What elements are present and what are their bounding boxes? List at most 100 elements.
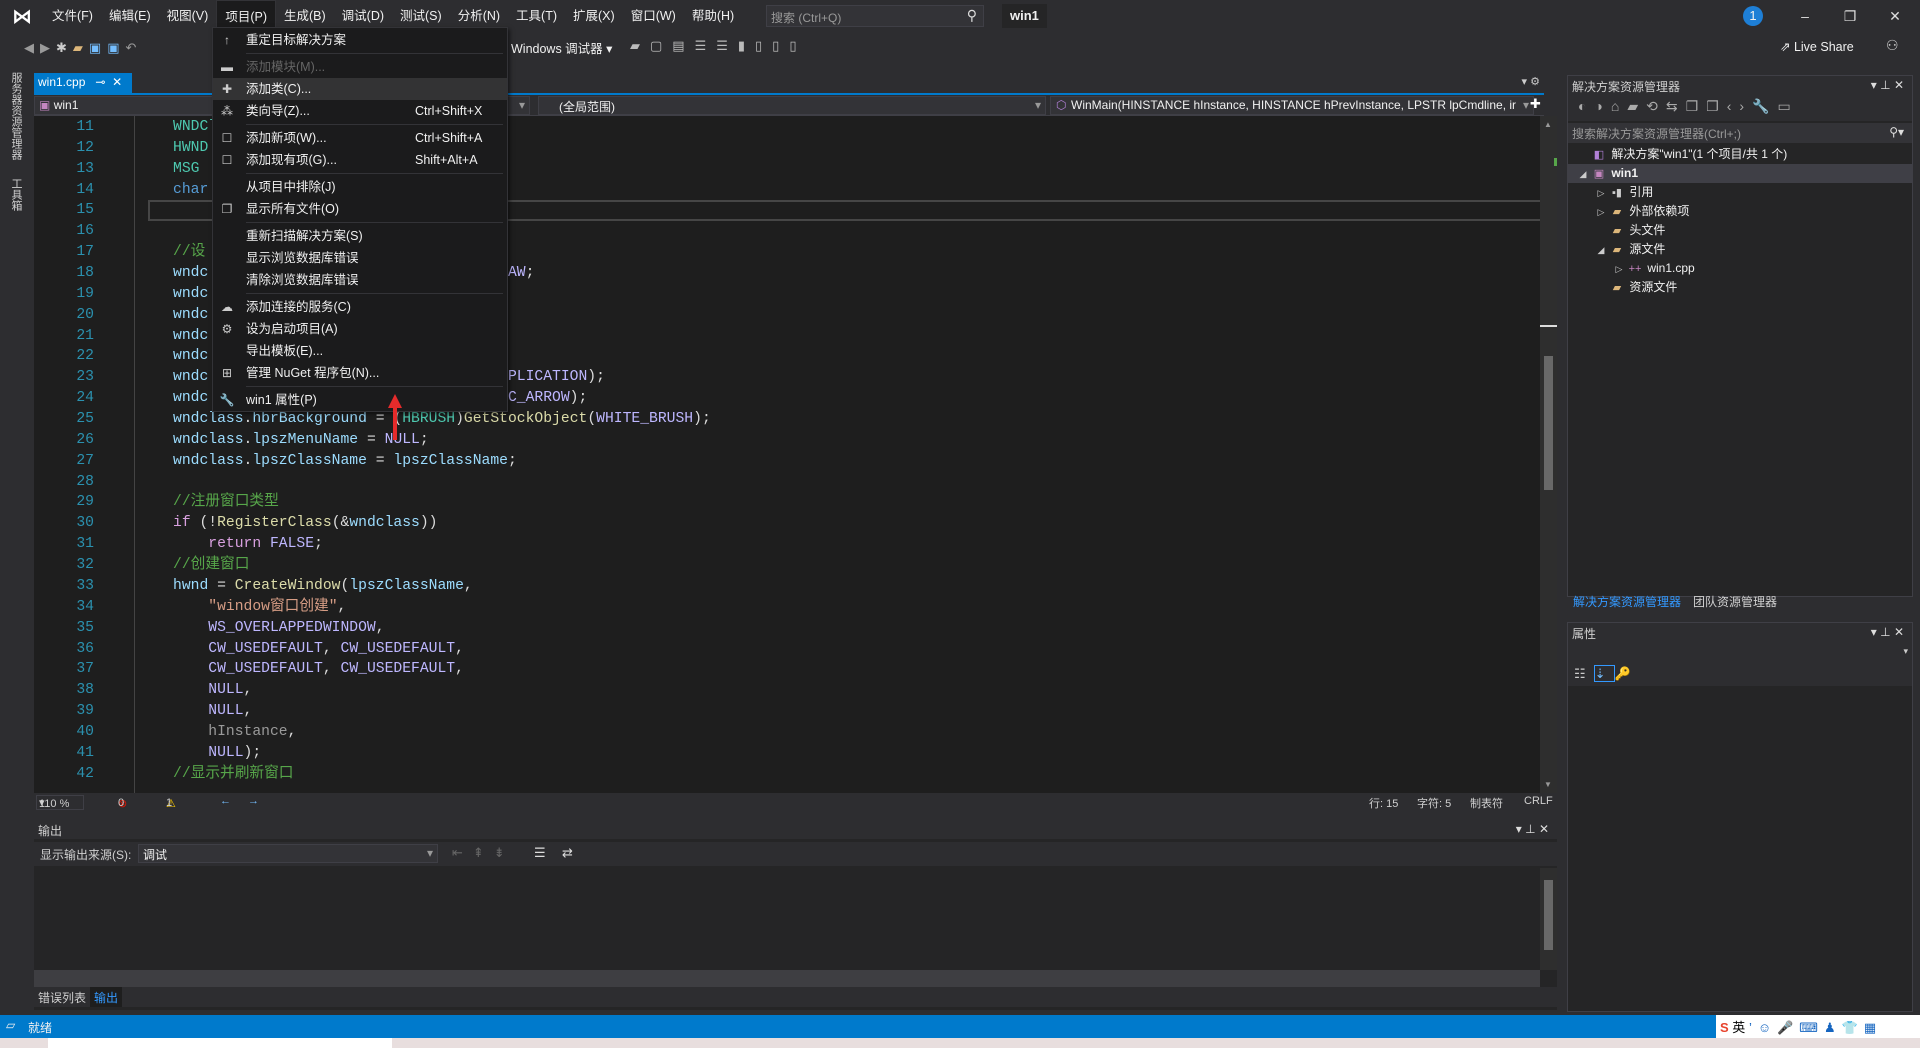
- debugger-dropdown[interactable]: Windows 调试器 ▾: [511, 38, 612, 57]
- menu-10[interactable]: 窗口(W): [623, 0, 684, 32]
- server-explorer-tab[interactable]: 服务器资源管理器: [8, 72, 24, 160]
- tabs-indicator[interactable]: 制表符: [1470, 795, 1503, 811]
- eol-indicator[interactable]: CRLF: [1524, 795, 1553, 807]
- menu-0[interactable]: 文件(F): [44, 0, 101, 32]
- previous-issue-icon[interactable]: ←: [220, 795, 231, 807]
- next-issue-icon[interactable]: →: [248, 795, 259, 807]
- debug-toolbar-icons[interactable]: ▰▢▤☰☰▮▯▯▯: [630, 38, 807, 54]
- menu-item[interactable]: 导出模板(E)...: [213, 340, 507, 362]
- menu-2[interactable]: 视图(V): [159, 0, 217, 32]
- menu-item[interactable]: ❐ 显示所有文件(O): [213, 198, 507, 220]
- menu-item-label: 添加现有项(G)...: [246, 153, 337, 167]
- back-icon[interactable]: ◀: [24, 40, 34, 56]
- minimize-button[interactable]: –: [1785, 4, 1825, 28]
- menu-item[interactable]: 从项目中排除(J): [213, 176, 507, 198]
- output-toolbar-icons[interactable]: ⇤⇞⇟: [452, 845, 515, 861]
- tab-options-icon[interactable]: ▾ ⚙: [1522, 75, 1540, 88]
- tab-win1-cpp[interactable]: win1.cpp ⊸ ✕: [34, 73, 132, 93]
- scope-dropdown[interactable]: (全局范围) ▾: [538, 96, 1046, 115]
- word-wrap-icon[interactable]: ⇄: [562, 845, 573, 861]
- expand-toggle-icon[interactable]: ▷: [1594, 184, 1608, 203]
- split-icon[interactable]: ✚: [1530, 96, 1544, 112]
- close-window-button[interactable]: ✕: [1875, 4, 1915, 28]
- menu-item[interactable]: 显示浏览数据库错误: [213, 247, 507, 269]
- menu-item[interactable]: ⚙ 设为启动项目(A): [213, 318, 507, 340]
- close-tab-icon[interactable]: ✕: [112, 75, 122, 89]
- menu-item[interactable]: ☐ 添加新项(W)... Ctrl+Shift+A: [213, 127, 507, 149]
- tree-item[interactable]: ▰ 资源文件: [1568, 278, 1912, 297]
- open-icon[interactable]: ▰: [73, 40, 83, 56]
- save-icon[interactable]: ▣: [89, 40, 101, 56]
- forward-icon[interactable]: ▶: [40, 40, 50, 56]
- menu-item[interactable]: ↑ 重定目标解决方案: [213, 29, 507, 51]
- restore-button[interactable]: ❐: [1830, 4, 1870, 28]
- menu-item[interactable]: ☁ 添加连接的服务(C): [213, 296, 507, 318]
- tree-item[interactable]: ◧ 解决方案"win1"(1 个项目/共 1 个): [1568, 145, 1912, 164]
- expand-toggle-icon[interactable]: ▷: [1594, 203, 1608, 222]
- object-dropdown[interactable]: ▾: [1568, 642, 1912, 664]
- output-source-dropdown[interactable]: 调试 ▾: [138, 844, 438, 863]
- tree-item-label: 引用: [1629, 185, 1654, 199]
- expand-toggle-icon[interactable]: ▷: [1612, 260, 1626, 279]
- feedback-icon[interactable]: ⚇: [1886, 37, 1899, 54]
- tree-item[interactable]: ▷ ++ win1.cpp: [1568, 259, 1912, 278]
- expand-toggle-icon[interactable]: ◢: [1576, 165, 1590, 184]
- tree-item[interactable]: ▷ ▪▮ 引用: [1568, 183, 1912, 202]
- toolbox-tab[interactable]: 工具箱: [8, 178, 24, 211]
- panel-controls-icon[interactable]: ▾ ⊥ ✕: [1516, 822, 1549, 836]
- pin-icon[interactable]: ⊸: [95, 75, 105, 89]
- solution-search-input[interactable]: 搜索解决方案资源管理器(Ctrl+;) ⚲▾: [1568, 123, 1912, 143]
- menu-1[interactable]: 编辑(E): [101, 0, 159, 32]
- sogou-logo-icon: S: [1720, 1020, 1729, 1035]
- solution-explorer-toolbar[interactable]: ◐◑⌂▰⟲⇆❐❐‹›🔧▭: [1568, 95, 1912, 121]
- function-dropdown[interactable]: ⬡ WinMain(HINSTANCE hInstance, HINSTANCE …: [1050, 96, 1534, 115]
- tab-output[interactable]: 输出: [90, 987, 123, 1007]
- menu-item[interactable]: ⁂ 类向导(Z)... Ctrl+Shift+X: [213, 100, 507, 122]
- notification-badge[interactable]: 1: [1743, 6, 1763, 26]
- panel-controls-icon[interactable]: ▾ ⊥ ✕: [1871, 625, 1904, 639]
- tree-item-label: 头文件: [1629, 223, 1666, 237]
- tree-item[interactable]: ▰ 头文件: [1568, 221, 1912, 240]
- code-token: (&: [331, 515, 350, 532]
- clear-all-icon[interactable]: ☰: [534, 845, 546, 861]
- code-token: //设: [173, 244, 206, 261]
- tree-item[interactable]: ◢ ▣ win1: [1568, 164, 1912, 183]
- code-line: hInstance,: [173, 722, 296, 743]
- menu-11[interactable]: 帮助(H): [684, 0, 742, 32]
- code-line: wndc: [173, 346, 208, 367]
- menu-item[interactable]: ⊞ 管理 NuGet 程序包(N)...: [213, 362, 507, 384]
- menu-item[interactable]: 重新扫描解决方案(S): [213, 225, 507, 247]
- tab-solution-explorer[interactable]: 解决方案资源管理器: [1567, 591, 1687, 612]
- undo-icon[interactable]: ↶: [126, 40, 137, 56]
- project-menu: ↑ 重定目标解决方案 ▬ 添加模块(M)... ✚ 添加类(C)... ⁂ 类向导(Z)...…: [212, 27, 508, 412]
- menu-item-label: 添加连接的服务(C): [246, 300, 351, 314]
- menu-item[interactable]: 🔧 win1 属性(P): [213, 389, 507, 411]
- menu-item[interactable]: ✚ 添加类(C)...: [213, 78, 507, 100]
- properties-toolbar[interactable]: ☷⇣🔑: [1568, 664, 1912, 686]
- expand-toggle-icon[interactable]: ◢: [1594, 241, 1608, 260]
- menu-9[interactable]: 扩展(X): [565, 0, 623, 32]
- ime-toolbar[interactable]: S 英 ’☺🎤⌨♟👕▦: [1716, 1015, 1920, 1038]
- search-input[interactable]: 搜索 (Ctrl+Q) ⚲: [766, 5, 984, 27]
- code-token: WNDCl: [173, 119, 218, 135]
- editor-vertical-scrollbar[interactable]: ▲ ▼: [1540, 116, 1557, 793]
- output-horizontal-scrollbar[interactable]: [34, 970, 1540, 987]
- tab-error-list[interactable]: 错误列表: [34, 987, 90, 1007]
- code-token: ,: [463, 577, 473, 594]
- zoom-dropdown[interactable]: 110 % ▾: [36, 795, 84, 810]
- output-source-label: 显示输出来源(S):: [40, 848, 132, 862]
- menu-item[interactable]: 清除浏览数据库错误: [213, 269, 507, 291]
- live-share-button[interactable]: ⇗ Live Share: [1780, 39, 1854, 54]
- tree-item[interactable]: ▷ ▰ 外部依赖项: [1568, 202, 1912, 221]
- tab-team-explorer[interactable]: 团队资源管理器: [1687, 591, 1783, 612]
- code-token: );: [569, 390, 588, 407]
- menu-item[interactable]: ☐ 添加现有项(G)... Shift+Alt+A: [213, 149, 507, 171]
- output-vertical-scrollbar[interactable]: [1540, 868, 1557, 970]
- new-project-icon[interactable]: ✱: [56, 40, 67, 56]
- tree-item[interactable]: ◢ ▰ 源文件: [1568, 240, 1912, 259]
- save-all-icon[interactable]: ▣: [107, 40, 119, 56]
- panel-controls-icon[interactable]: ▾ ⊥ ✕: [1871, 78, 1904, 92]
- menu-8[interactable]: 工具(T): [508, 0, 565, 32]
